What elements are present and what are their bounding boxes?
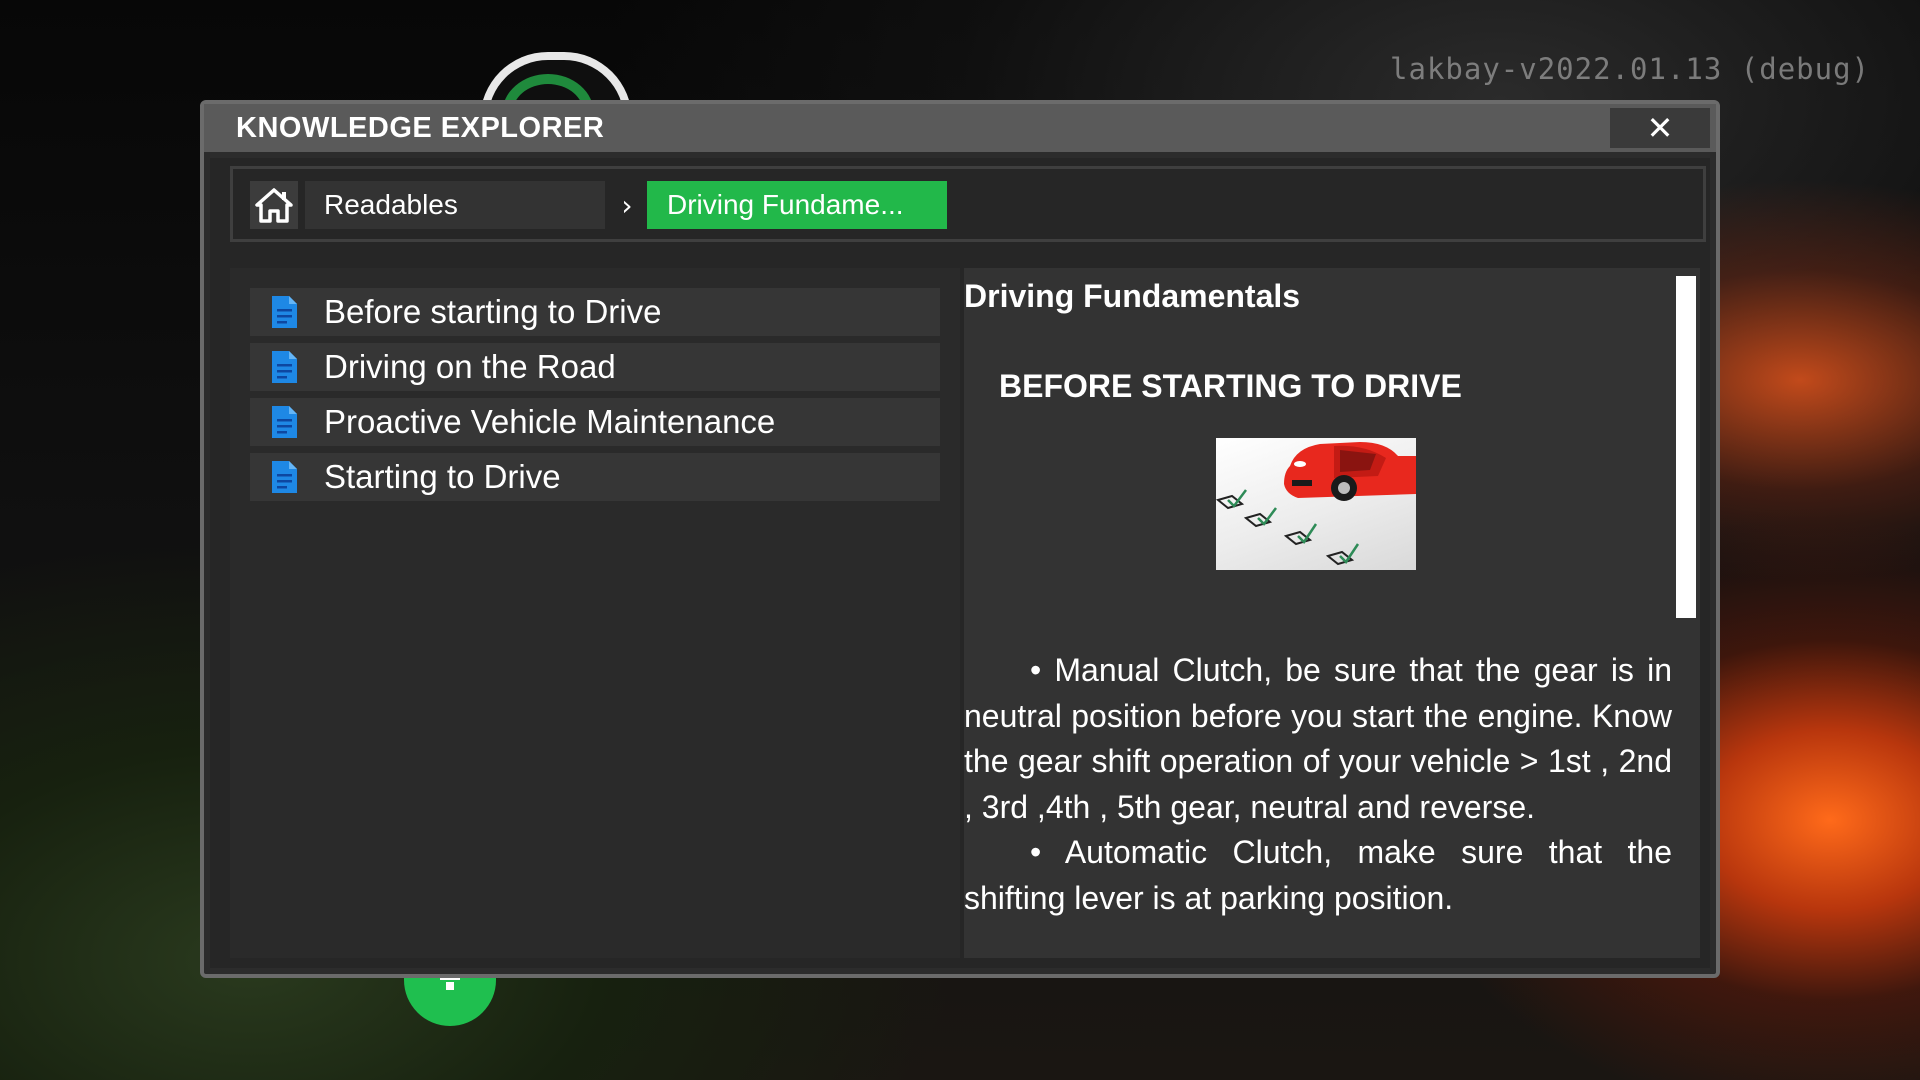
article-paragraph: • Manual Clutch, be sure that the gear i… (964, 652, 1672, 825)
list-item-label: Proactive Vehicle Maintenance (324, 403, 776, 440)
close-button[interactable]: ✕ (1610, 108, 1710, 148)
debug-version-label: lakbay-v2022.01.13 (debug) (1390, 52, 1870, 86)
home-button[interactable] (250, 181, 298, 229)
breadcrumb-chevron-icon: › (621, 188, 633, 222)
article-car-checklist-image (1216, 438, 1416, 570)
article-paragraph: • Automatic Clutch, make sure that the s… (964, 834, 1672, 916)
window-title: KNOWLEDGE EXPLORER (236, 112, 605, 144)
article-reader[interactable]: Driving Fundamentals BEFORE STARTING TO … (964, 268, 1700, 958)
article-title: Driving Fundamentals (964, 278, 1301, 314)
document-icon (272, 406, 297, 438)
list-item-label: Driving on the Road (324, 348, 616, 385)
window-body: Readables › Driving Fundame... Before st… (210, 158, 1710, 968)
list-item[interactable]: Before starting to Drive (250, 288, 940, 336)
reader-scrollbar[interactable] (1676, 276, 1696, 618)
list-item-label: Before starting to Drive (324, 293, 662, 330)
list-item[interactable]: Starting to Drive (250, 453, 940, 501)
breadcrumb-current[interactable]: Driving Fundame... (647, 181, 947, 229)
list-item-label: Starting to Drive (324, 458, 561, 495)
list-item[interactable]: Driving on the Road (250, 343, 940, 391)
article-heading: BEFORE STARTING TO DRIVE (999, 368, 1462, 404)
document-icon (272, 461, 297, 493)
document-icon (272, 351, 297, 383)
knowledge-explorer-window: KNOWLEDGE EXPLORER ✕ Readables › Driving… (200, 100, 1720, 978)
breadcrumb: Readables › Driving Fundame... (230, 166, 1706, 242)
document-icon (272, 296, 297, 328)
breadcrumb-readables[interactable]: Readables (305, 181, 605, 229)
window-titlebar: KNOWLEDGE EXPLORER ✕ (204, 104, 1716, 152)
list-item[interactable]: Proactive Vehicle Maintenance (250, 398, 940, 446)
home-icon (255, 188, 293, 223)
topic-list: Before starting to Drive Driving on the … (230, 268, 960, 958)
article-body: • Manual Clutch, be sure that the gear i… (964, 648, 1672, 921)
